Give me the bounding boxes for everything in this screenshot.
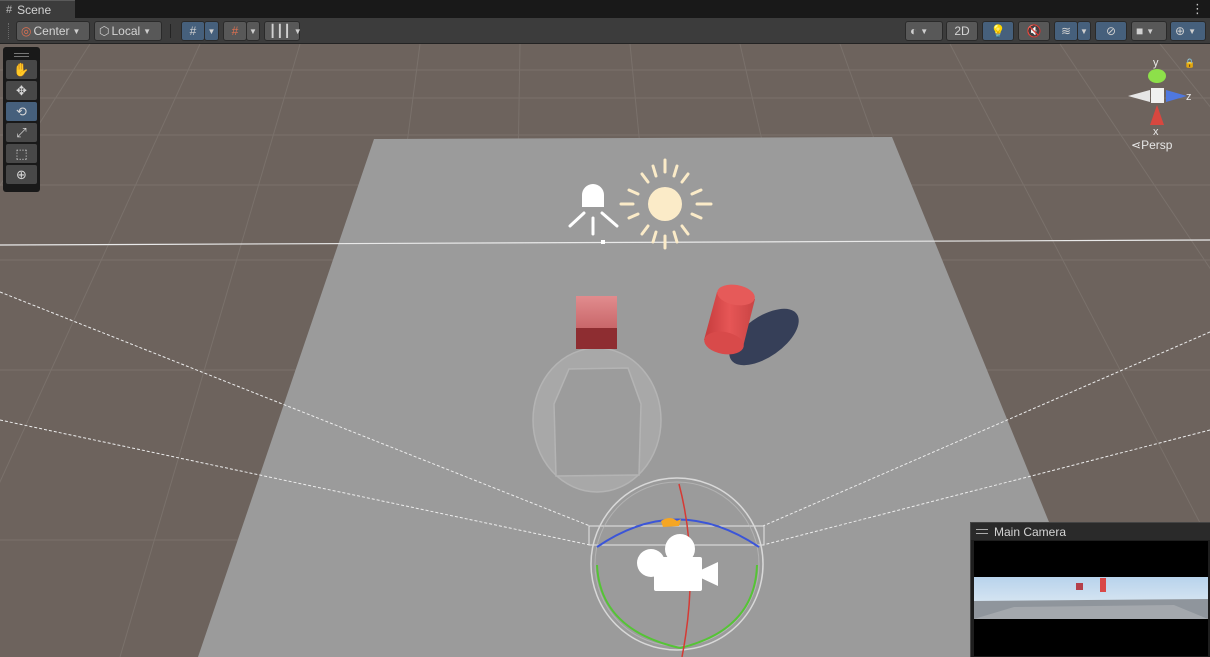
gizmo-y-label: y [1153, 57, 1159, 69]
cube-object[interactable] [576, 296, 617, 349]
drag-grip-icon [976, 529, 988, 534]
scale-tool-button[interactable]: ⤢ [6, 123, 37, 142]
local-cube-icon: ⬡ [99, 24, 110, 38]
persp-icon: ⋖ [1131, 138, 1142, 152]
camera-settings-dropdown[interactable]: ■ ▼ [1131, 21, 1167, 41]
rect-icon: ⬚ [15, 145, 28, 161]
effects-layers-icon: ≋ [1060, 24, 1072, 38]
view-tool-button[interactable]: ✋ [6, 60, 37, 79]
camera-preview-render [974, 541, 1208, 656]
chevron-down-icon: ▼ [207, 26, 216, 36]
video-camera-icon: ■ [1136, 24, 1144, 38]
lightbulb-icon: 💡 [990, 24, 1006, 38]
rect-tool-button[interactable]: ⬚ [6, 144, 37, 163]
pivot-mode-dropdown[interactable]: ◎ Center ▼ [16, 21, 90, 41]
camera-preview-header[interactable]: Main Camera [971, 523, 1210, 540]
mute-audio-icon: 🔇 [1026, 24, 1042, 38]
effects-toggle-button[interactable]: ≋ [1054, 21, 1078, 41]
gizmo-neg-x-cone[interactable] [1128, 90, 1150, 102]
pivot-rotation-dropdown[interactable]: ⬡ Local ▼ [94, 21, 162, 41]
audio-toggle-button[interactable]: 🔇 [1018, 21, 1050, 41]
rotate-tool-button[interactable]: ⟲ [6, 102, 37, 121]
lock-icon[interactable]: 🔒 [1184, 58, 1195, 69]
pivot-center-icon: ◎ [21, 24, 32, 38]
chevron-down-icon: ▼ [249, 26, 257, 36]
chevron-down-icon: ▼ [72, 26, 81, 36]
projection-label: Persp [1141, 138, 1173, 152]
scene-visibility-button[interactable]: ⊘ [1095, 21, 1127, 41]
camera-preview-title: Main Camera [994, 524, 1067, 539]
ghost-capsule-object[interactable] [532, 347, 662, 493]
gizmo-y-cone[interactable] [1148, 69, 1166, 83]
grid-visibility-dropdown[interactable]: ▼ [204, 21, 219, 41]
tools-overlay: ✋ ✥ ⟲ ⤢ ⬚ ⊕ [3, 47, 40, 192]
chevron-down-icon: ▼ [293, 26, 302, 36]
tab-scene[interactable]: # Scene [0, 0, 75, 18]
move-icon: ✥ [16, 82, 27, 98]
projection-toggle[interactable]: ⋖Persp [1131, 138, 1172, 152]
transform-icon: ⊕ [16, 166, 27, 182]
increment-snapping-dropdown[interactable]: ┃┃┃ ▼ [264, 21, 302, 41]
toggle-2d-button[interactable]: 2D [946, 21, 978, 41]
snap-increment-button[interactable]: # [223, 21, 247, 41]
chevron-down-icon: ▼ [1146, 26, 1155, 36]
hidden-eye-icon: ⊘ [1105, 24, 1117, 38]
rotate-icon: ⟲ [16, 103, 27, 119]
toolbar-grip [8, 23, 10, 39]
tab-scene-label: Scene [17, 2, 52, 17]
gizmo-z-cone[interactable] [1166, 90, 1187, 102]
shading-sphere-icon: ◐ [910, 24, 918, 38]
scene-toolbar: ◎ Center ▼ ⬡ Local ▼ # ▼ # ▼ ┃┃┃ ▼ ◐ ▼ 2… [0, 18, 1210, 44]
gizmo-globe-icon: ⊕ [1175, 24, 1186, 38]
tools-grip[interactable] [14, 53, 29, 57]
chevron-down-icon: ▼ [920, 26, 929, 36]
chevron-down-icon: ▼ [1188, 26, 1196, 36]
more-options-icon[interactable]: ⋮ [1191, 1, 1204, 17]
hand-icon: ✋ [13, 61, 30, 77]
scene-lighting-button[interactable]: 💡 [982, 21, 1014, 41]
gizmo-x-label: x [1153, 126, 1159, 138]
toggle-2d-label: 2D [954, 24, 970, 38]
pivot-rotation-label: Local [111, 24, 141, 38]
tab-bar: # Scene ⋮ [0, 0, 1210, 18]
gizmo-x-cone[interactable] [1150, 105, 1164, 125]
snap-increment-dropdown[interactable]: ▼ [246, 21, 260, 41]
move-tool-button[interactable]: ✥ [6, 81, 37, 100]
chevron-down-icon: ▼ [1080, 26, 1088, 36]
camera-preview-overlay: Main Camera [970, 522, 1210, 657]
chevron-down-icon: ▼ [143, 26, 152, 36]
toolbar-separator [170, 24, 171, 38]
scale-icon: ⤢ [16, 124, 27, 140]
grid-visibility-button[interactable]: # [181, 21, 205, 41]
grid-snap-icon: # [189, 24, 197, 38]
transform-tool-button[interactable]: ⊕ [6, 165, 37, 184]
gizmo-center-cube[interactable] [1151, 88, 1164, 103]
ruler-icon: ┃┃┃ [269, 24, 291, 38]
draw-mode-dropdown[interactable]: ◐ ▼ [905, 21, 943, 41]
pivot-mode-label: Center [33, 24, 70, 38]
snap-grid-icon: # [231, 24, 239, 38]
gizmo-z-label: z [1186, 91, 1192, 103]
effects-dropdown[interactable]: ▼ [1077, 21, 1091, 41]
grid-icon: # [6, 3, 13, 16]
gizmos-dropdown[interactable]: ⊕ ▼ [1170, 21, 1206, 41]
